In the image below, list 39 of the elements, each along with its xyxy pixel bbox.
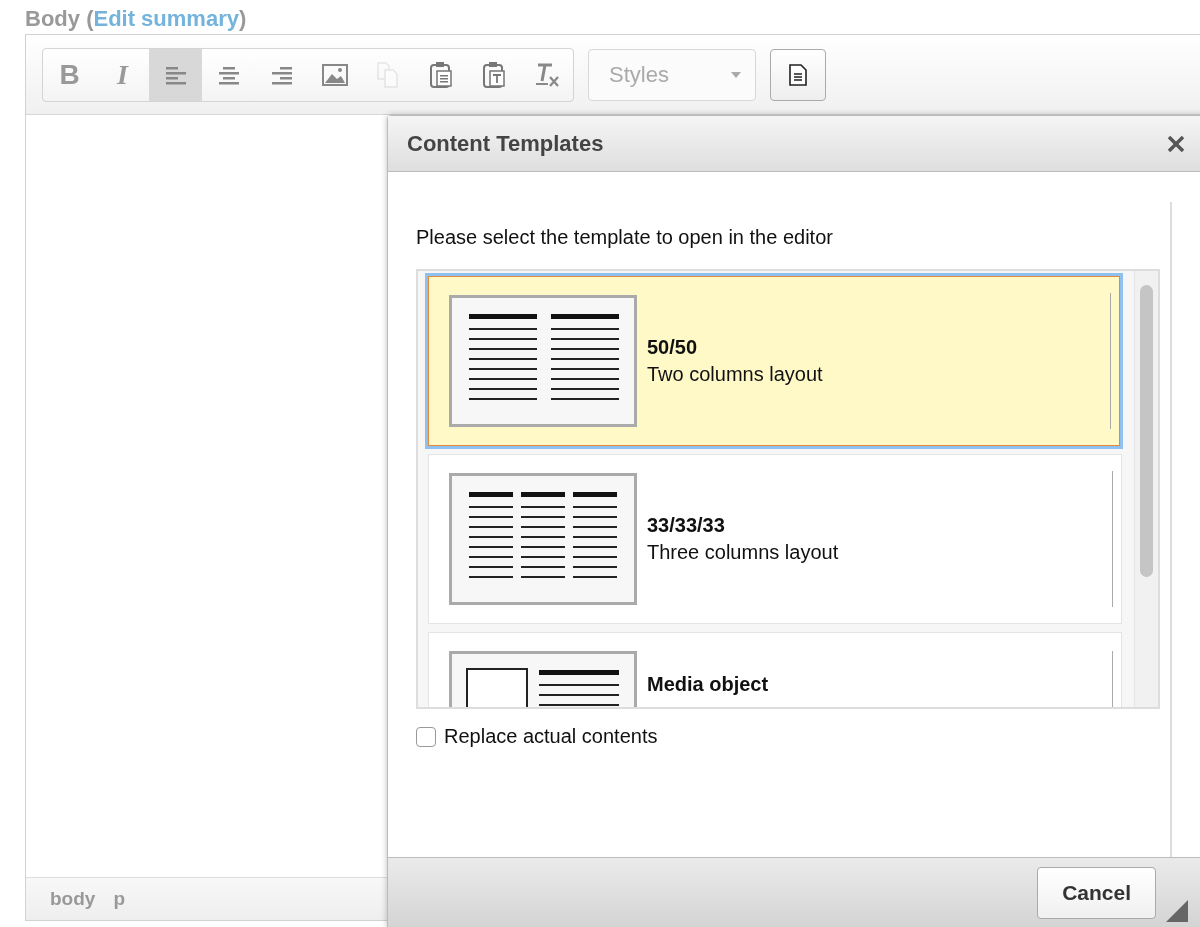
layout-thumbnail-icon bbox=[449, 473, 637, 605]
align-center-icon bbox=[217, 64, 240, 85]
resize-grip-icon[interactable] bbox=[1166, 900, 1188, 922]
styles-dropdown[interactable]: Styles bbox=[588, 48, 756, 101]
edit-summary-link[interactable]: Edit summary bbox=[93, 6, 239, 31]
align-right-icon bbox=[270, 64, 293, 85]
template-title: 50/50 bbox=[647, 336, 699, 359]
replace-contents-checkbox[interactable]: Replace actual contents bbox=[416, 725, 1132, 748]
template-title: 33/33/33 bbox=[647, 514, 726, 537]
template-description: Two columns layout bbox=[647, 363, 824, 386]
element-path-item[interactable]: p bbox=[113, 888, 125, 910]
scrollbar[interactable] bbox=[1134, 271, 1158, 707]
italic-button[interactable]: I bbox=[96, 48, 149, 101]
document-icon bbox=[789, 63, 807, 86]
align-left-icon bbox=[164, 64, 187, 85]
align-left-button[interactable] bbox=[149, 48, 202, 101]
template-description: Three columns layout bbox=[647, 541, 840, 564]
template-item[interactable]: 50/50 Two columns layout bbox=[428, 276, 1120, 446]
caret-icon bbox=[731, 71, 741, 78]
bold-button[interactable]: B bbox=[43, 48, 96, 101]
template-item[interactable]: Media object bbox=[428, 632, 1122, 707]
cancel-button[interactable]: Cancel bbox=[1037, 867, 1156, 919]
copy-icon bbox=[375, 61, 400, 88]
template-title: Media object bbox=[647, 673, 770, 696]
open-parenthesis: ( bbox=[86, 6, 94, 31]
instruction-text: Please select the template to open in the editor bbox=[416, 226, 834, 249]
field-label: Body bbox=[25, 6, 80, 31]
clipboard-icon bbox=[481, 60, 506, 89]
close-parenthesis: ) bbox=[238, 6, 247, 31]
template-item[interactable]: 33/33/33 Three columns layout bbox=[428, 454, 1122, 624]
element-path-item[interactable]: body bbox=[50, 888, 96, 910]
remove-format-icon bbox=[533, 61, 560, 88]
templates-button[interactable] bbox=[770, 48, 826, 101]
image-icon bbox=[321, 63, 348, 86]
close-icon bbox=[1166, 133, 1186, 154]
dialog-title: Content Templates bbox=[407, 130, 604, 157]
clipboard-icon bbox=[428, 60, 453, 89]
layout-thumbnail-icon bbox=[449, 295, 637, 427]
close-button[interactable] bbox=[1166, 133, 1186, 154]
